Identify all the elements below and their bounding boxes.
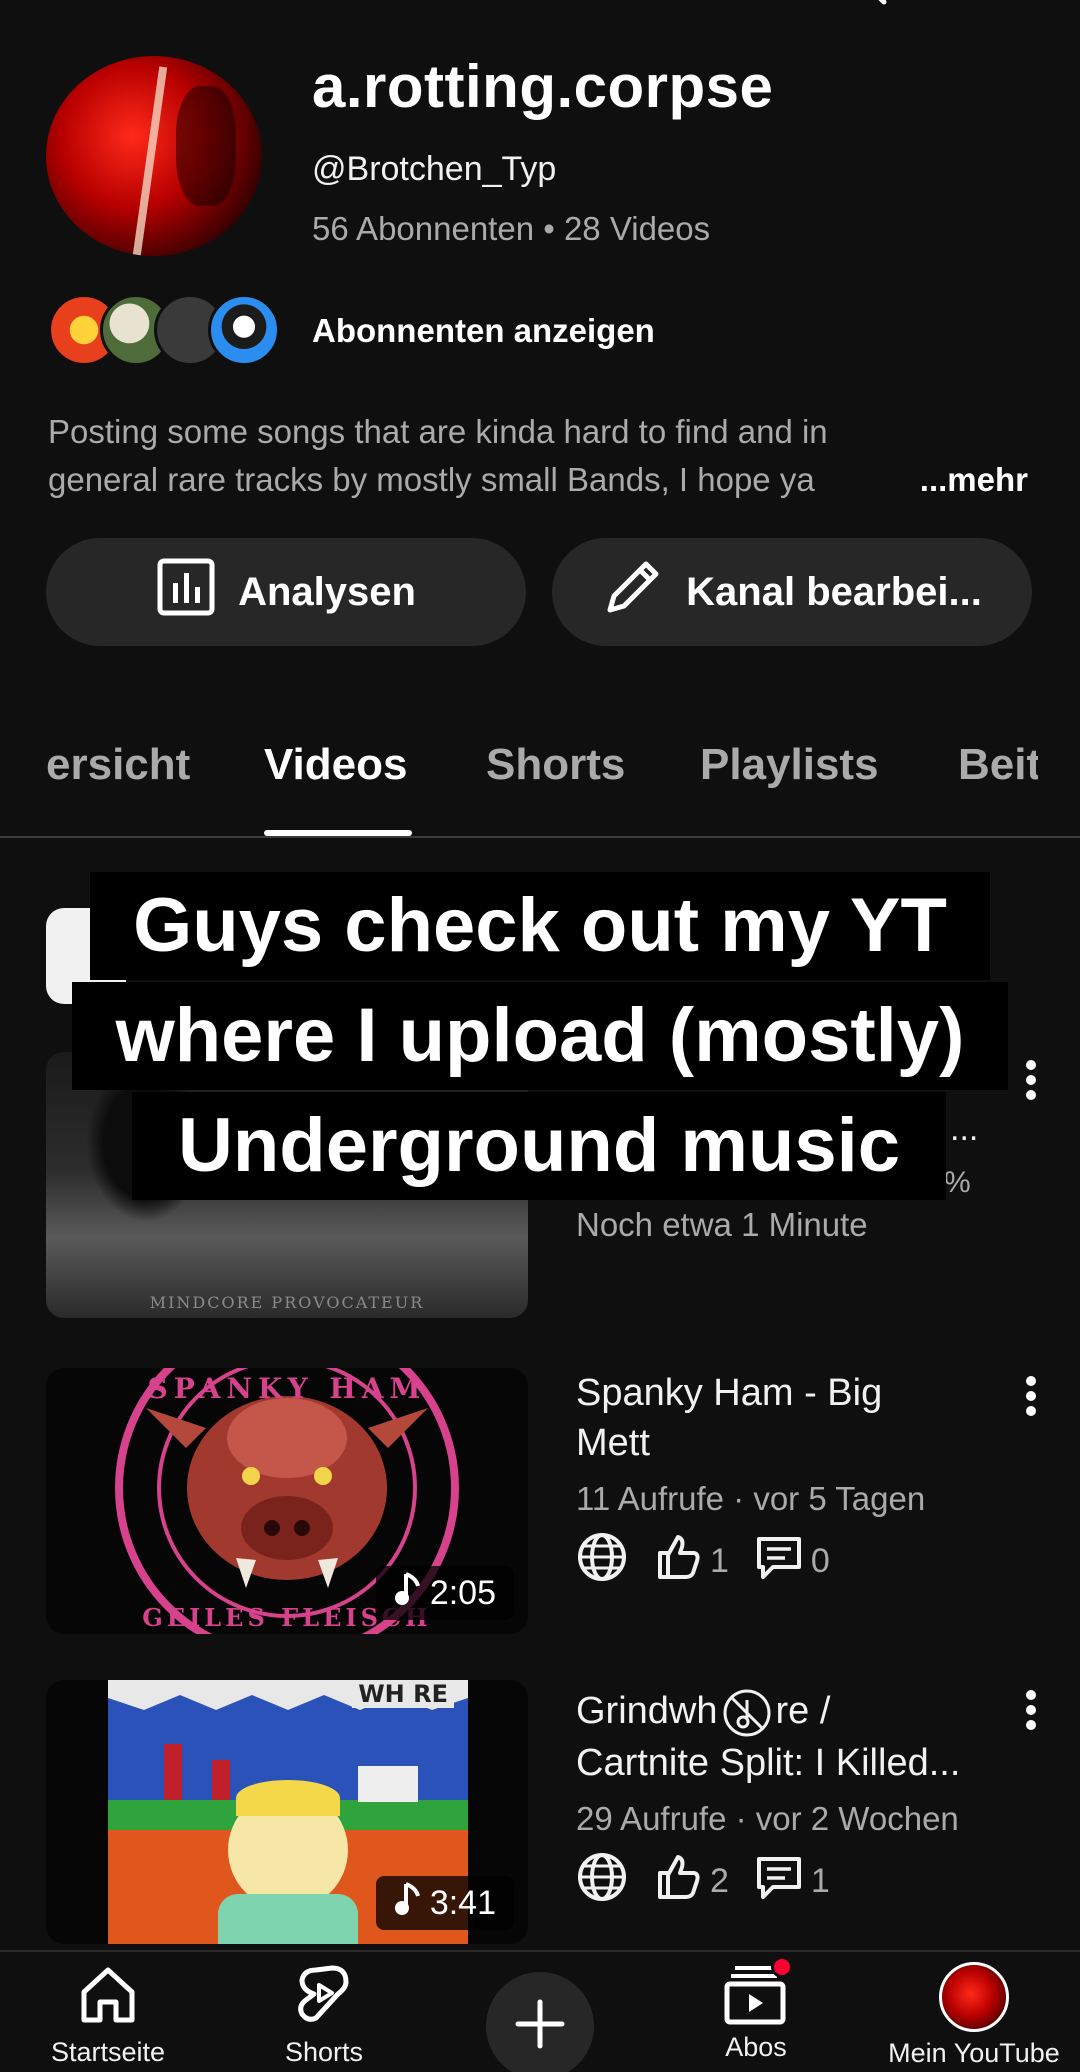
likes-stat[interactable]: 2 [654, 1853, 729, 1910]
caption-line: where I upload (mostly) [72, 982, 1008, 1090]
video-stats: 2 1 [576, 1852, 830, 1910]
channel-tabs: ersicht Videos Shorts Playlists Beit [0, 700, 1080, 838]
likes-count: 1 [710, 1541, 729, 1580]
caption-line: Underground music [132, 1092, 946, 1200]
edit-channel-label: Kanal bearbei... [686, 569, 982, 614]
channel-meta: 56 Abonnenten • 28 Videos [312, 210, 711, 247]
edit-channel-button[interactable]: Kanal bearbei... [552, 538, 1032, 646]
analytics-icon [156, 557, 216, 627]
video-title[interactable]: Spanky Ham - Big Mett [576, 1368, 1016, 1468]
video-meta: 11 Aufrufe · vor 5 Tagen [576, 1480, 926, 1517]
subscriber-avatars[interactable] [48, 294, 288, 368]
duration-label: 3:41 [429, 1883, 496, 1922]
more-link[interactable]: ...mehr [869, 456, 1028, 504]
video-thumbnail[interactable]: SPANKY HAM GEILES FLEISCH 2:05 [46, 1368, 528, 1634]
channel-handle: @Brotchen_Typ [312, 150, 557, 188]
show-subscribers-link[interactable]: Abonnenten anzeigen [312, 312, 655, 350]
tab-overview[interactable]: ersicht [46, 740, 190, 790]
video-title-part: re / [775, 1690, 831, 1732]
music-note-icon [394, 1881, 420, 1925]
video-title-line: Mett [576, 1422, 650, 1464]
tab-shorts[interactable]: Shorts [486, 740, 625, 790]
likes-stat[interactable]: 1 [654, 1533, 729, 1590]
subscriptions-icon [721, 1956, 793, 2026]
notification-dot [771, 1956, 793, 1978]
pencil-icon [602, 556, 664, 628]
channel-description[interactable]: Posting some songs that are kinda hard t… [48, 408, 1028, 504]
thumbnail-logo-text: WH RE [352, 1680, 454, 1708]
comment-icon [755, 1533, 803, 1590]
music-note-icon [394, 1571, 420, 1615]
channel-avatar [46, 56, 262, 256]
tab-playlists[interactable]: Playlists [700, 740, 879, 790]
video-duration: 2:05 [375, 1566, 514, 1620]
video-duration: 3:41 [375, 1876, 514, 1930]
video-title-partial[interactable]: ... [950, 1110, 978, 1149]
video-title-part: Grindwh [576, 1690, 718, 1732]
description-line: general rare tracks by mostly small Band… [48, 461, 815, 498]
bottom-navigation: Startseite Shorts Abos Mein YouTube [0, 1950, 1080, 2072]
thumbs-up-icon [654, 1853, 702, 1910]
description-line: Posting some songs that are kinda hard t… [48, 413, 828, 450]
video-options-icon[interactable] [1020, 1058, 1042, 1102]
comments-stat[interactable]: 0 [755, 1533, 830, 1590]
comments-count: 1 [810, 1861, 830, 1900]
globe-icon [576, 1531, 628, 1592]
video-stats: 1 0 [576, 1532, 830, 1590]
create-button[interactable] [486, 1972, 594, 2072]
analytics-label: Analysen [238, 569, 416, 614]
progress-percent: % [944, 1166, 971, 1199]
video-title-line: Spanky Ham - Big [576, 1372, 883, 1414]
channel-name: a.rotting.corpse [312, 53, 774, 120]
tab-videos[interactable]: Videos [264, 740, 407, 790]
comments-stat[interactable]: 1 [755, 1853, 830, 1910]
video-title[interactable]: Grindwh re / Cartnite Split: I Killed... [576, 1686, 1016, 1788]
nav-shorts-label: Shorts [284, 2037, 364, 2067]
duration-label: 2:05 [429, 1573, 496, 1612]
nav-subscriptions-label: Abos [725, 2032, 787, 2062]
subscriber-avatar [208, 294, 280, 366]
back-icon[interactable] [56, 0, 96, 12]
nav-home-label: Startseite [50, 2037, 166, 2067]
video-options-icon[interactable] [1020, 1374, 1042, 1418]
nav-home[interactable]: Startseite [40, 1962, 176, 2068]
globe-icon [576, 1851, 628, 1912]
thumbs-up-icon [654, 1533, 702, 1590]
video-options-icon[interactable] [1020, 1688, 1042, 1732]
caption-line: Guys check out my YT [90, 872, 990, 980]
video-title-line: Cartnite Split: I Killed... [576, 1741, 961, 1784]
video-thumbnail[interactable]: WH RE 3:41 [46, 1680, 528, 1944]
cast-icon[interactable] [686, 0, 726, 12]
tab-posts[interactable]: Beit [958, 740, 1038, 790]
nav-you-label: Mein YouTube [888, 2038, 1060, 2068]
more-options-icon[interactable] [1000, 0, 1040, 12]
comment-icon [755, 1853, 803, 1910]
no-music-icon [718, 1688, 776, 1738]
comments-count: 0 [810, 1541, 830, 1580]
search-icon[interactable] [838, 0, 887, 12]
video-meta: Noch etwa 1 Minute [576, 1206, 868, 1243]
profile-avatar [939, 1962, 1009, 2032]
nav-you[interactable]: Mein YouTube [876, 1962, 1072, 2069]
active-tab-indicator [264, 830, 412, 836]
nav-subscriptions[interactable]: Abos [706, 1956, 806, 2063]
video-meta: 29 Aufrufe · vor 2 Wochen [576, 1800, 959, 1837]
analytics-button[interactable]: Analysen [46, 538, 526, 646]
thumbnail-caption: MINDCORE PROVOCATEUR [149, 1293, 425, 1312]
thumbnail-text-top: SPANKY HAM [147, 1372, 427, 1405]
shorts-icon [292, 1962, 356, 2031]
home-icon [76, 1962, 140, 2031]
nav-shorts[interactable]: Shorts [266, 1962, 382, 2068]
likes-count: 2 [710, 1861, 729, 1900]
plus-icon [512, 1996, 568, 2057]
